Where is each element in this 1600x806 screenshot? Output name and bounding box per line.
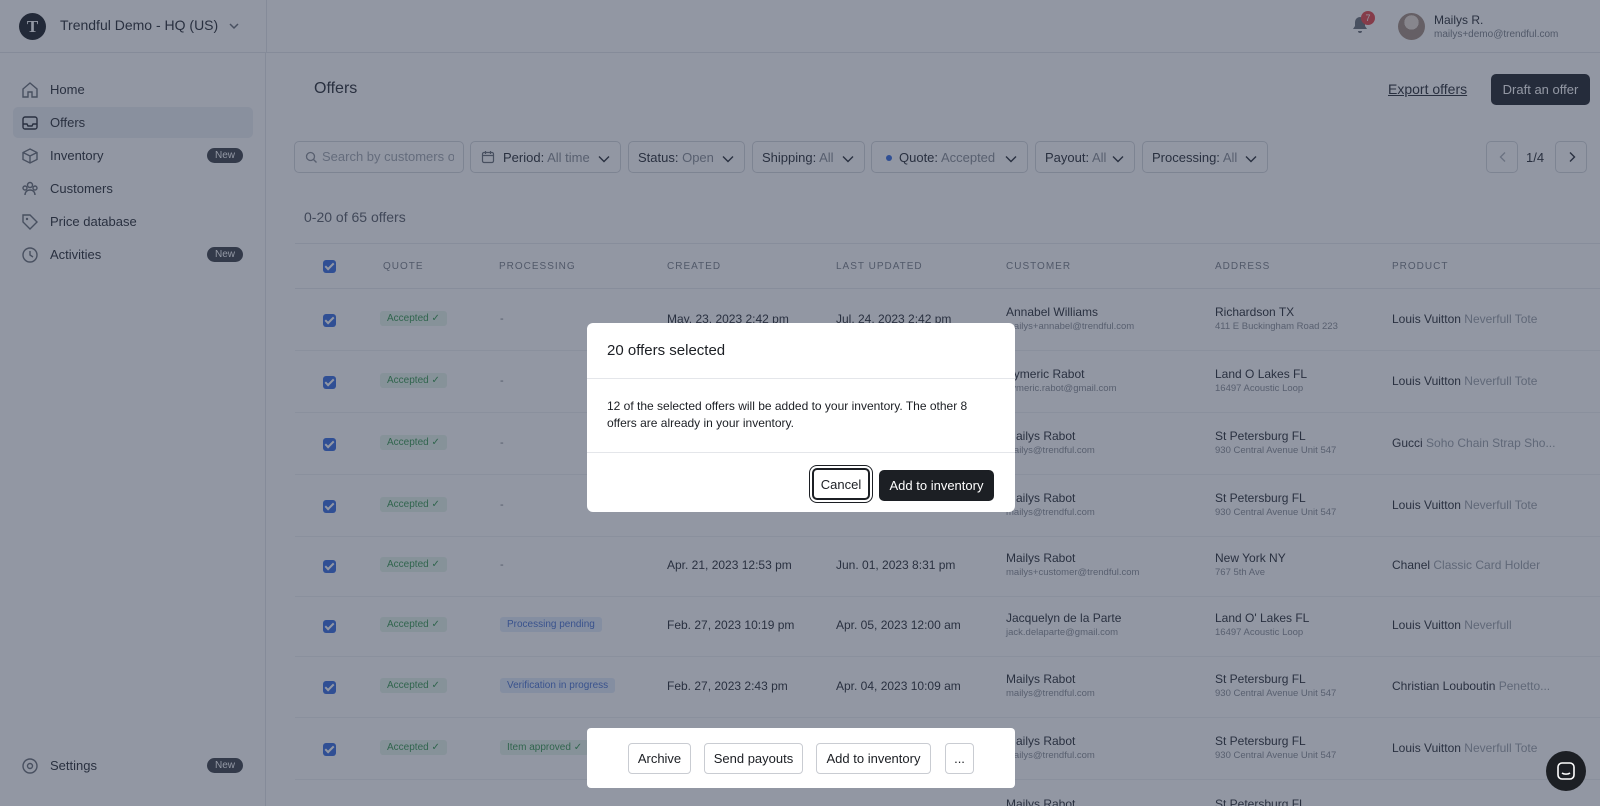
cancel-button[interactable]: Cancel — [812, 468, 870, 500]
archive-button[interactable]: Archive — [628, 743, 691, 774]
dialog-message: 12 of the selected offers will be added … — [607, 399, 968, 430]
divider — [587, 378, 1015, 379]
chat-icon — [1557, 762, 1575, 780]
confirm-dialog: 20 offers selected 12 of the selected of… — [587, 323, 1015, 512]
bulk-add-to-inventory-button[interactable]: Add to inventory — [816, 743, 931, 774]
bulk-action-bar: Archive Send payouts Add to inventory ..… — [587, 728, 1015, 788]
more-actions-button[interactable]: ... — [945, 743, 974, 774]
send-payouts-button[interactable]: Send payouts — [704, 743, 803, 774]
divider — [587, 452, 1015, 453]
chat-launcher-button[interactable] — [1546, 751, 1586, 791]
add-to-inventory-button[interactable]: Add to inventory — [879, 470, 994, 501]
dialog-title: 20 offers selected — [607, 342, 726, 359]
